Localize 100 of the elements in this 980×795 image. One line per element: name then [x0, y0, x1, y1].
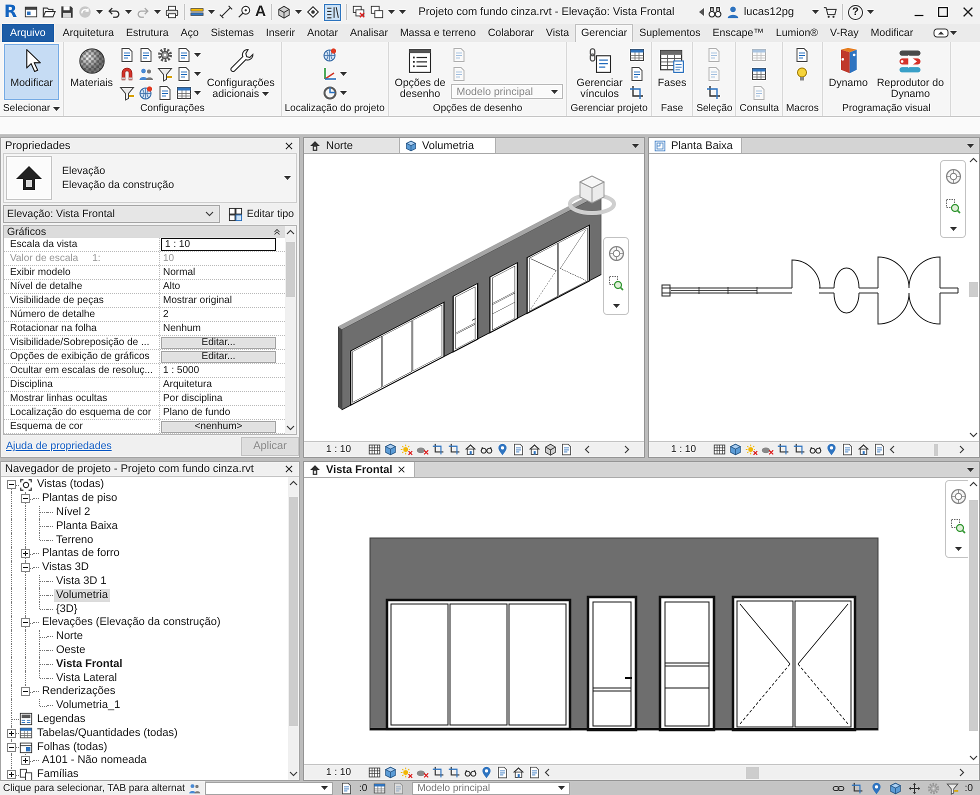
view-scale[interactable]: 1 : 10: [326, 444, 352, 455]
binoculars-icon[interactable]: [708, 5, 722, 19]
tool-button[interactable]: Opções de desenho: [392, 44, 448, 100]
ribbon-tab[interactable]: Analisar: [344, 24, 394, 42]
house-icon[interactable]: [464, 443, 478, 456]
grid-icon[interactable]: [713, 443, 726, 456]
scroll-thumb[interactable]: [286, 242, 295, 297]
tree-toggle[interactable]: [21, 618, 30, 628]
chevron-left-icon[interactable]: [584, 445, 591, 454]
box-icon[interactable]: [276, 5, 291, 19]
tree-item[interactable]: Famílias: [35, 768, 81, 780]
instance-dropdown[interactable]: Elevação: Vista Frontal: [3, 205, 220, 223]
sun-icon[interactable]: [745, 443, 758, 456]
printer-icon[interactable]: [165, 5, 180, 19]
tree-item[interactable]: Terreno: [54, 534, 96, 547]
sheet-icon[interactable]: [138, 46, 154, 62]
panel-title[interactable]: Selecionar: [3, 103, 50, 114]
chevron-up-icon[interactable]: [286, 229, 295, 235]
move-icon[interactable]: [908, 782, 921, 794]
tool-button[interactable]: Modificar: [4, 44, 59, 100]
crop-icon[interactable]: [448, 766, 462, 779]
caret-icon[interactable]: [967, 468, 974, 472]
app-logo[interactable]: R: [4, 2, 18, 22]
sheet-icon[interactable]: [512, 443, 526, 456]
scroll-thumb[interactable]: [969, 282, 978, 298]
chevron-up-icon[interactable]: [969, 157, 978, 163]
tree-item[interactable]: {3D}: [54, 602, 80, 616]
people-icon[interactable]: [188, 782, 201, 794]
tool-button[interactable]: Configurações adicionais: [204, 44, 278, 100]
caret-icon[interactable]: [340, 72, 348, 76]
ribbon-tab[interactable]: Massa e terreno: [394, 24, 482, 42]
tree-item[interactable]: Vista Lateral: [54, 672, 119, 685]
chevron-up-icon[interactable]: [289, 480, 298, 486]
tree-item[interactable]: Plantas de piso: [40, 492, 120, 506]
dimension-icon[interactable]: [219, 5, 234, 19]
ribbon-tab[interactable]: V-Ray: [824, 24, 865, 42]
group-header[interactable]: Gráficos: [4, 226, 285, 238]
chevron-right-icon[interactable]: [958, 768, 965, 777]
pin-icon[interactable]: [480, 766, 494, 779]
tool-button[interactable]: Fases: [654, 44, 690, 100]
pin-icon[interactable]: [496, 443, 510, 456]
help-link[interactable]: Ajuda de propriedades: [6, 440, 112, 452]
chevron-right-icon[interactable]: [958, 445, 965, 454]
ribbon-tab[interactable]: Suplementos: [633, 24, 706, 42]
tree-item[interactable]: A101 - Não nomeada: [40, 754, 149, 768]
crop-icon[interactable]: [432, 766, 446, 779]
ribbon-tab[interactable]: Lumion®: [770, 24, 824, 42]
scrollbar[interactable]: [285, 226, 296, 434]
lines-icon[interactable]: [324, 4, 341, 20]
sun-icon[interactable]: [400, 443, 414, 456]
sheet-icon[interactable]: [560, 443, 574, 456]
tree-item[interactable]: Plantas de forro: [40, 547, 122, 560]
value-button[interactable]: Editar...: [161, 336, 276, 348]
tree-item[interactable]: Vista Frontal: [54, 658, 124, 671]
tree-item[interactable]: Legendas: [35, 712, 88, 726]
sheet-icon[interactable]: [628, 66, 645, 82]
caret-icon[interactable]: [867, 10, 874, 14]
close-icon[interactable]: [397, 465, 406, 474]
caret-icon[interactable]: [558, 786, 566, 790]
filter-icon[interactable]: [946, 782, 959, 794]
save-icon[interactable]: [60, 5, 74, 19]
scroll-thumb[interactable]: [289, 497, 298, 726]
globe-icon[interactable]: [138, 84, 154, 100]
caret-icon[interactable]: [294, 10, 302, 14]
axes-icon[interactable]: [322, 66, 338, 82]
undo-icon[interactable]: [107, 5, 122, 19]
ribbon-tab[interactable]: Aço: [174, 24, 205, 42]
scroll-thumb[interactable]: [934, 444, 938, 456]
tree-item[interactable]: Tabelas/Quantidades (todas): [35, 726, 180, 740]
tree-item[interactable]: Volumetria_1: [54, 699, 122, 712]
type-selector[interactable]: Elevação Elevação da construção: [3, 153, 297, 203]
cart-icon[interactable]: [823, 5, 837, 19]
crop-icon[interactable]: [793, 443, 806, 456]
chevron-up-icon[interactable]: [969, 481, 978, 487]
crop-icon[interactable]: [706, 84, 722, 100]
caret-icon[interactable]: [125, 10, 132, 14]
close-windows-icon[interactable]: [352, 5, 366, 19]
caret-icon[interactable]: [632, 144, 639, 148]
tool-button[interactable]: Gerenciar vínculos: [574, 44, 626, 100]
chevron-down-icon[interactable]: [969, 432, 978, 438]
pie-icon[interactable]: [322, 84, 338, 100]
caret-icon[interactable]: [154, 10, 162, 14]
close-icon[interactable]: [284, 464, 294, 474]
wheel-icon[interactable]: [944, 168, 962, 185]
tree-item[interactable]: Nível 2: [54, 506, 92, 519]
tree-item[interactable]: Vistas 3D: [40, 561, 91, 574]
edit-type-button[interactable]: Editar tipo: [224, 205, 297, 223]
design-option-field[interactable]: Modelo principal: [412, 782, 570, 794]
caret-icon[interactable]: [194, 90, 201, 94]
window-icon[interactable]: [24, 5, 38, 19]
tree-item[interactable]: Vista 3D 1: [54, 574, 109, 588]
table-icon[interactable]: [658, 47, 686, 75]
ribbon-tab[interactable]: Arquitetura: [56, 24, 120, 42]
box-icon[interactable]: [544, 443, 558, 456]
caret-icon[interactable]: [950, 227, 956, 231]
grid-icon[interactable]: [368, 766, 382, 779]
view-tab[interactable]: Planta Baixa: [649, 138, 742, 153]
house-icon[interactable]: [528, 443, 542, 456]
user-name[interactable]: lucas12pg: [744, 6, 794, 18]
magnifier-icon[interactable]: [945, 198, 961, 214]
